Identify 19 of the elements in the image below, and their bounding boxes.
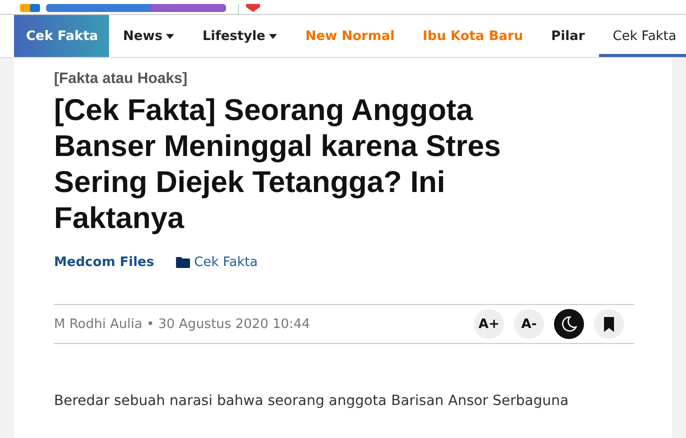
caret-icon xyxy=(166,34,174,38)
byline: M Rodhi Aulia • 30 Agustus 2020 10:44 xyxy=(54,316,310,332)
brand-tab[interactable]: Cek Fakta xyxy=(14,15,109,57)
moon-icon xyxy=(561,316,577,332)
caret-icon xyxy=(269,34,278,38)
bookmark-button[interactable] xyxy=(594,309,624,339)
article-paragraph: Beredar sebuah narasi bahwa seorang anggota Barisan Ansor Serbaguna xyxy=(54,392,570,411)
font-increase-button[interactable]: A+ xyxy=(474,309,504,339)
article-title: [Cek Fakta] Seorang Anggota Banser Meninggal karena Stres Sering Diejek Tetangga? Ini Faktanya xyxy=(54,93,502,237)
bookmark-icon xyxy=(603,316,615,332)
section-link[interactable]: Cek Fakta xyxy=(194,255,258,270)
nav-tab[interactable]: News xyxy=(109,15,188,57)
nav-tab[interactable]: Lifestyle xyxy=(188,15,292,57)
dark-mode-button[interactable] xyxy=(554,309,584,339)
nav-tab[interactable]: Pilar xyxy=(537,15,599,57)
font-decrease-button[interactable]: A- xyxy=(514,309,544,339)
category-label: [Fakta atau Hoaks] xyxy=(54,70,188,87)
source-link[interactable]: Medcom Files xyxy=(54,255,154,270)
folder-icon xyxy=(176,257,190,268)
